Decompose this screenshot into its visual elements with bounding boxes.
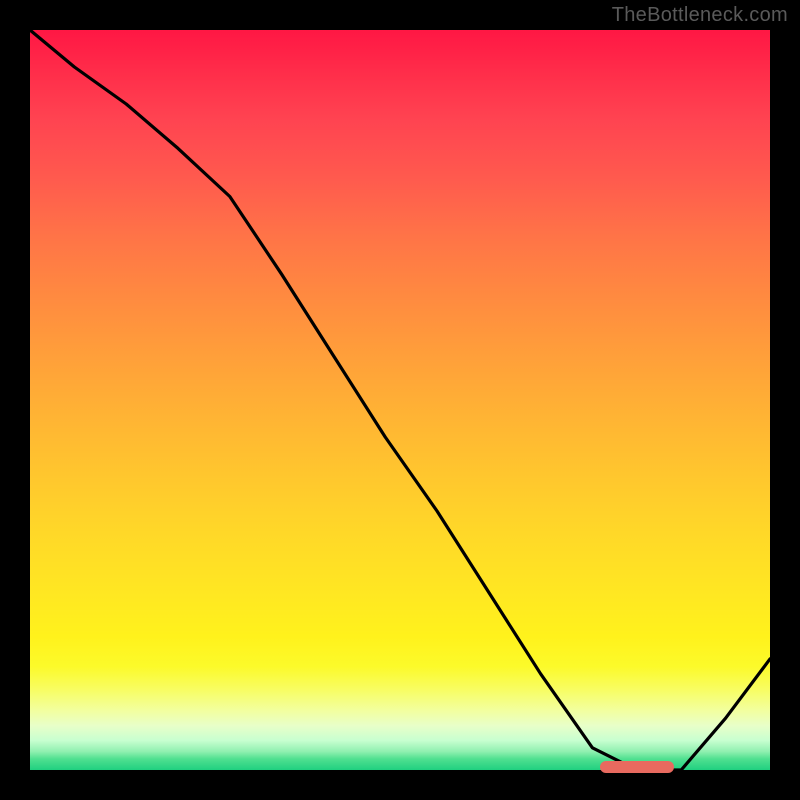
- chart-container: TheBottleneck.com: [0, 0, 800, 800]
- bottleneck-band: [600, 761, 674, 773]
- bottleneck-curve-path: [30, 30, 770, 770]
- watermark-text: TheBottleneck.com: [612, 4, 788, 27]
- curve-layer: [30, 30, 770, 770]
- plot-area: [30, 30, 770, 770]
